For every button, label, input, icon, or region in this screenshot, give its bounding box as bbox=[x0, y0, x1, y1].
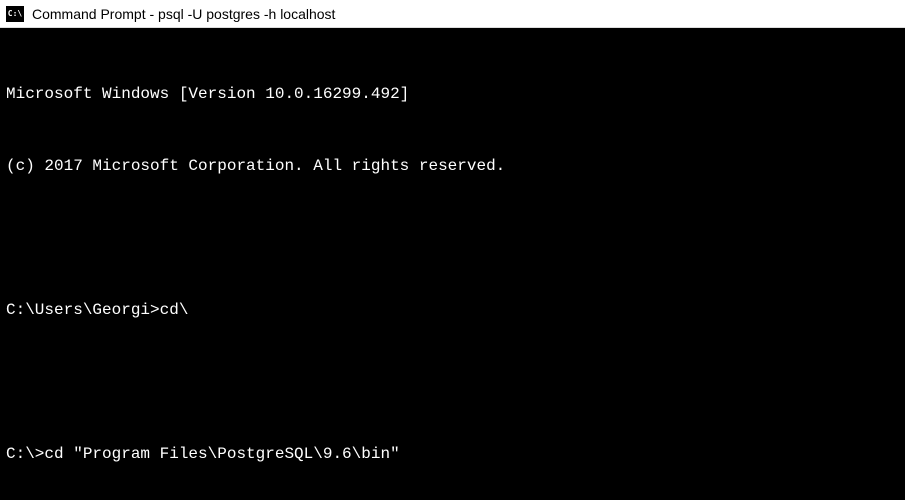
terminal-line bbox=[6, 370, 899, 394]
cmd-icon-label: C:\ bbox=[8, 10, 22, 18]
terminal-line bbox=[6, 226, 899, 250]
terminal-output[interactable]: Microsoft Windows [Version 10.0.16299.49… bbox=[0, 28, 905, 500]
terminal-line: C:\Users\Georgi>cd\ bbox=[6, 298, 899, 322]
terminal-line: Microsoft Windows [Version 10.0.16299.49… bbox=[6, 82, 899, 106]
title-bar[interactable]: C:\ Command Prompt - psql -U postgres -h… bbox=[0, 0, 905, 28]
terminal-line: (c) 2017 Microsoft Corporation. All righ… bbox=[6, 154, 899, 178]
command-prompt-window: C:\ Command Prompt - psql -U postgres -h… bbox=[0, 0, 905, 500]
terminal-line: C:\>cd "Program Files\PostgreSQL\9.6\bin… bbox=[6, 442, 899, 466]
window-title: Command Prompt - psql -U postgres -h loc… bbox=[32, 6, 335, 22]
cmd-icon: C:\ bbox=[6, 6, 24, 22]
